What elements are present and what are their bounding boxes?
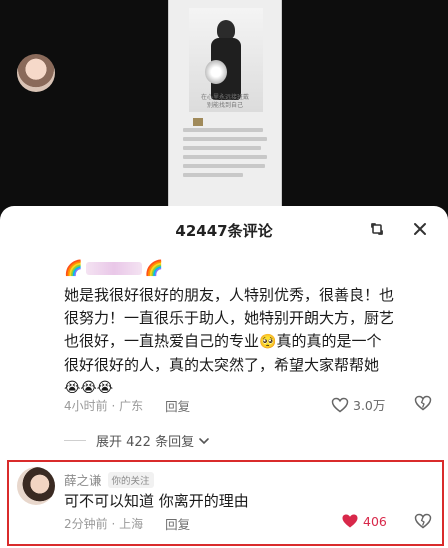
broken-heart-icon xyxy=(414,513,432,529)
comment-text[interactable]: 可不可以知道 你离开的理由 xyxy=(64,490,249,511)
commenter-avatar[interactable] xyxy=(17,467,55,505)
chevron-down-icon xyxy=(199,437,209,444)
comment-line: 她是我很好很好的朋友，人特别优秀，很善良！也 xyxy=(64,286,395,304)
rainbow-emoji: 🌈 xyxy=(64,259,83,277)
video-background[interactable]: 在心里永远接班戴 别能找到自己 xyxy=(0,0,448,215)
comment-line: 很好很好的人，真的太突然了，希望大家帮帮她 xyxy=(64,356,380,374)
comment-time-location: 4小时前 · 广东 xyxy=(64,398,144,413)
video-thumbnail[interactable]: 在心里永远接班戴 别能找到自己 xyxy=(168,0,282,215)
comment-time-location: 2分钟前 · 上海 xyxy=(64,516,144,531)
comments-header: 42447条评论 xyxy=(0,206,448,250)
reply-button[interactable]: 回复 xyxy=(165,514,190,533)
figure-head xyxy=(217,20,235,40)
expand-replies-button[interactable]: 展开 422 条回复 xyxy=(64,431,210,450)
commenter-name[interactable]: 🌈 🌈 xyxy=(64,257,163,279)
document-icon xyxy=(193,118,203,126)
expand-icon xyxy=(371,223,383,235)
expand-replies-label: 展开 422 条回复 xyxy=(96,435,195,450)
rainbow-emoji: 🌈 xyxy=(144,259,164,277)
expand-sheet-button[interactable] xyxy=(366,218,388,240)
caption-line: 别能找到自己 xyxy=(206,102,243,109)
heart-filled-icon xyxy=(342,514,358,528)
commenter-name[interactable]: 薛之谦 xyxy=(64,470,102,489)
broken-heart-icon xyxy=(414,395,432,411)
comment-meta: 4小时前 · 广东 回复 xyxy=(64,395,190,415)
blurred-username xyxy=(85,261,142,275)
caption-line: 在心里永远接班戴 xyxy=(200,94,249,101)
heart-icon xyxy=(331,397,349,412)
divider-line xyxy=(64,440,86,441)
dislike-button[interactable] xyxy=(414,395,432,415)
like-button[interactable]: 406 xyxy=(341,513,387,529)
photo-caption: 在心里永远接班戴 别能找到自己 xyxy=(195,94,255,110)
flower-bouquet xyxy=(205,60,227,84)
comment-meta: 2分钟前 · 上海 回复 xyxy=(64,513,190,533)
comment-text[interactable]: 她是我很好很好的朋友，人特别优秀，很善良！也 很努力！一直很乐于助人，她特别开朗… xyxy=(64,284,436,400)
like-count: 406 xyxy=(363,513,387,529)
like-count: 3.0万 xyxy=(353,398,386,413)
commenter-avatar[interactable] xyxy=(17,54,55,92)
following-badge: 你的关注 xyxy=(107,471,154,488)
document-text-block xyxy=(183,128,269,182)
commenter-name-row: 薛之谦 你的关注 xyxy=(64,470,154,489)
dislike-button[interactable] xyxy=(414,513,432,533)
close-comments-button[interactable] xyxy=(409,218,431,240)
comment-line: 很努力！一直很乐于助人，她特别开朗大方，厨艺 xyxy=(64,309,395,327)
reply-button[interactable]: 回复 xyxy=(165,396,190,415)
like-button[interactable]: 3.0万 xyxy=(331,395,385,414)
comment-line: 也很好，一直热爱自己的专业🥺真的真的是一个 xyxy=(64,332,382,350)
close-icon xyxy=(414,223,426,235)
pleading-emoji: 🥺 xyxy=(259,334,277,350)
